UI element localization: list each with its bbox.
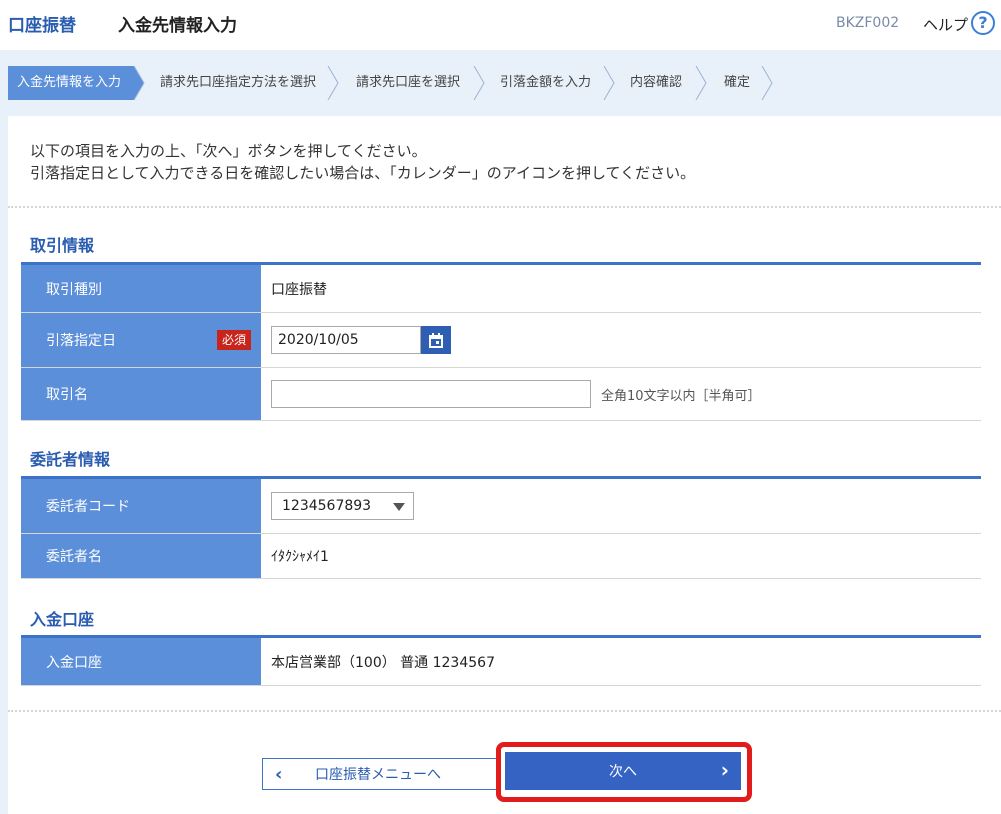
- required-badge: 必須: [216, 330, 251, 350]
- deposit-account-value: 本店営業部（100） 普通 1234567: [271, 654, 495, 671]
- calendar-button[interactable]: [421, 326, 451, 354]
- page-title: 入金先情報入力: [118, 16, 237, 36]
- calendar-icon: [429, 332, 443, 348]
- divider-bottom: [8, 710, 1001, 712]
- consignor-name-label: 委託者名: [21, 534, 261, 578]
- chevron-right-icon: ›: [720, 758, 729, 782]
- chevron-left-icon: ‹: [275, 763, 283, 785]
- divider: [8, 206, 1001, 208]
- instruction-line-1: 以下の項目を入力の上、「次へ」ボタンを押してください。: [30, 142, 427, 160]
- consignor-table: 委託者コード 1234567893 委託者名 ｲﾀｸｼｬﾒｲ1: [21, 476, 981, 579]
- step-4-edge: [603, 66, 615, 100]
- transaction-name-hint: 全角10文字以内［半角可］: [601, 388, 761, 404]
- row-transaction-type: 取引種別 口座振替: [21, 265, 981, 313]
- step-6-edge: [761, 66, 773, 100]
- debit-date-cell: [261, 313, 981, 367]
- step-2-label: 請求先口座指定方法を選択: [160, 75, 317, 90]
- help-link[interactable]: ヘルプ: [923, 14, 968, 35]
- step-2-edge: [327, 66, 339, 100]
- transaction-table: 取引種別 口座振替 引落指定日 必須 2020/10/05 取引名 全角10文字…: [21, 262, 981, 421]
- chevron-down-icon: [393, 503, 405, 511]
- instruction-line-2: 引落指定日として入力できる日を確認したい場合は、「カレンダー」のアイコンを押して…: [30, 164, 696, 182]
- consignor-code-select[interactable]: 1234567893: [271, 492, 414, 520]
- deposit-account-label: 入金口座: [21, 638, 261, 685]
- step-indicator: 入金先情報を入力 請求先口座指定方法を選択 請求先口座を選択 引落金額を入力 内…: [8, 66, 788, 100]
- step-5-label: 内容確認: [630, 75, 683, 90]
- debit-date-header: 引落指定日 必須: [21, 313, 261, 367]
- step-4-label: 引落金額を入力: [500, 75, 592, 90]
- section-title-deposit: 入金口座: [30, 610, 95, 629]
- row-consignor-code: 委託者コード 1234567893: [21, 479, 981, 534]
- deposit-table: 入金口座 本店営業部（100） 普通 1234567: [21, 635, 981, 686]
- help-icon[interactable]: ?: [971, 11, 995, 35]
- row-transaction-name: 取引名 全角10文字以内［半角可］: [21, 368, 981, 421]
- section-title-consignor: 委託者情報: [30, 450, 111, 469]
- back-to-menu-button[interactable]: ‹ 口座振替メニューへ: [262, 758, 500, 790]
- row-debit-date: 引落指定日 必須: [21, 313, 981, 368]
- next-button-label: 次へ: [609, 764, 637, 780]
- step-6-label: 確定: [724, 75, 751, 90]
- consignor-code-value: 1234567893: [282, 498, 372, 514]
- service-category: 口座振替: [8, 16, 76, 36]
- transaction-type-value: 口座振替: [271, 281, 327, 298]
- back-to-menu-label: 口座振替メニューへ: [315, 767, 441, 783]
- page-header: 口座振替 入金先情報入力 BKZF002 ヘルプ ?: [0, 0, 1001, 50]
- row-deposit-account: 入金口座 本店営業部（100） 普通 1234567: [21, 638, 981, 686]
- main-panel: 以下の項目を入力の上、「次へ」ボタンを押してください。 引落指定日として入力でき…: [8, 116, 1001, 814]
- transaction-name-cell: 全角10文字以内［半角可］: [261, 368, 981, 420]
- transaction-name-input[interactable]: [271, 380, 591, 408]
- consignor-code-cell: 1234567893: [261, 479, 981, 533]
- step-5-edge: [695, 66, 707, 100]
- step-3-edge: [473, 66, 485, 100]
- step-3-label: 請求先口座を選択: [356, 75, 461, 90]
- consignor-code-label: 委託者コード: [21, 479, 261, 533]
- transaction-type-label: 取引種別: [21, 265, 261, 312]
- screen-code: BKZF002: [836, 15, 900, 31]
- debit-date-label: 引落指定日: [46, 333, 116, 349]
- step-1-label: 入金先情報を入力: [17, 75, 122, 90]
- consignor-name-value: ｲﾀｸｼｬﾒｲ1: [271, 549, 329, 565]
- debit-date-input[interactable]: [271, 326, 421, 354]
- next-button[interactable]: 次へ ›: [505, 752, 741, 790]
- instructions: 以下の項目を入力の上、「次へ」ボタンを押してください。 引落指定日として入力でき…: [30, 140, 695, 184]
- section-title-transaction: 取引情報: [30, 236, 95, 255]
- transaction-name-label: 取引名: [21, 368, 261, 420]
- row-consignor-name: 委託者名 ｲﾀｸｼｬﾒｲ1: [21, 534, 981, 579]
